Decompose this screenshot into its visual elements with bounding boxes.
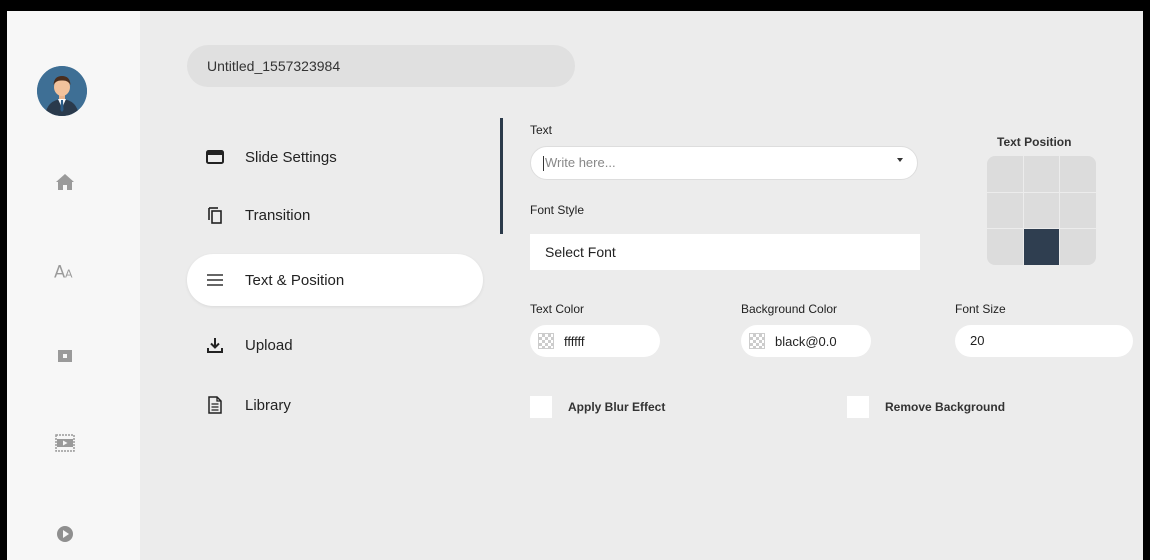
position-top-left[interactable] bbox=[987, 156, 1023, 192]
menu-item-library[interactable]: Library bbox=[187, 379, 483, 431]
svg-text:A: A bbox=[65, 267, 73, 280]
menu-item-transition[interactable]: Transition bbox=[187, 189, 483, 241]
remove-bg-label: Remove Background bbox=[885, 400, 1006, 414]
project-title-field[interactable]: Untitled_1557323984 bbox=[187, 45, 575, 87]
text-position-label: Text Position bbox=[997, 135, 1072, 149]
font-size-input[interactable]: 20 bbox=[955, 325, 1133, 357]
menu-item-upload[interactable]: Upload bbox=[187, 319, 483, 371]
bg-color-label: Background Color bbox=[741, 302, 838, 316]
menu-item-label: Upload bbox=[245, 336, 293, 354]
color-swatch-icon bbox=[749, 333, 765, 349]
font-select-value: Select Font bbox=[545, 244, 616, 260]
lines-icon bbox=[205, 270, 225, 290]
home-icon[interactable] bbox=[54, 171, 76, 193]
remove-bg-checkbox[interactable] bbox=[847, 396, 869, 418]
menu-item-label: Slide Settings bbox=[245, 148, 337, 166]
upload-icon bbox=[205, 335, 225, 355]
position-middle-center[interactable] bbox=[1023, 192, 1060, 229]
position-top-center[interactable] bbox=[1023, 156, 1060, 192]
menu-item-label: Text & Position bbox=[245, 271, 345, 289]
font-select[interactable]: Select Font bbox=[530, 234, 920, 270]
position-middle-right[interactable] bbox=[1060, 192, 1096, 229]
avatar[interactable] bbox=[37, 66, 87, 116]
font-style-label: Font Style bbox=[530, 203, 585, 217]
bg-color-picker[interactable]: black@0.0 bbox=[741, 325, 871, 357]
text-input[interactable]: Write here... bbox=[530, 146, 918, 180]
text-label: Text bbox=[530, 123, 553, 137]
film-icon[interactable] bbox=[54, 432, 76, 454]
text-cursor bbox=[543, 156, 544, 172]
text-position-grid bbox=[987, 156, 1096, 265]
font-size-label: Font Size bbox=[955, 302, 1006, 316]
section-divider bbox=[500, 118, 503, 234]
position-bottom-right[interactable] bbox=[1060, 229, 1096, 265]
play-icon[interactable] bbox=[54, 523, 76, 545]
text-placeholder: Write here... bbox=[545, 155, 616, 170]
menu-item-slide-settings[interactable]: Slide Settings bbox=[187, 131, 483, 183]
chevron-down-icon[interactable] bbox=[897, 158, 903, 162]
text-color-value: ffffff bbox=[564, 333, 585, 349]
menu-item-text-position[interactable]: Text & Position bbox=[187, 254, 483, 306]
menu-item-label: Transition bbox=[245, 206, 311, 224]
icon-sidebar: AA bbox=[7, 11, 140, 560]
text-color-picker[interactable]: ffffff bbox=[530, 325, 660, 357]
document-icon bbox=[205, 395, 225, 415]
blur-checkbox[interactable] bbox=[530, 396, 552, 418]
bg-color-value: black@0.0 bbox=[775, 333, 837, 349]
media-icon[interactable] bbox=[54, 345, 76, 367]
position-top-right[interactable] bbox=[1060, 156, 1096, 192]
text-color-label: Text Color bbox=[530, 302, 585, 316]
position-bottom-left[interactable] bbox=[987, 229, 1023, 265]
copy-icon bbox=[205, 205, 225, 225]
slide-settings-icon bbox=[205, 147, 225, 167]
position-middle-left[interactable] bbox=[987, 192, 1023, 229]
app-window: AA Untitled_1557323984 Slide Settings Tr… bbox=[7, 11, 1143, 560]
color-swatch-icon bbox=[538, 333, 554, 349]
main-panel: Untitled_1557323984 Slide Settings Trans… bbox=[140, 11, 1143, 560]
font-size-value: 20 bbox=[970, 333, 985, 348]
menu-item-label: Library bbox=[245, 396, 291, 414]
project-title: Untitled_1557323984 bbox=[207, 58, 341, 74]
font-icon[interactable]: AA bbox=[54, 260, 76, 282]
blur-label: Apply Blur Effect bbox=[568, 400, 666, 414]
position-bottom-center[interactable] bbox=[1023, 229, 1060, 265]
